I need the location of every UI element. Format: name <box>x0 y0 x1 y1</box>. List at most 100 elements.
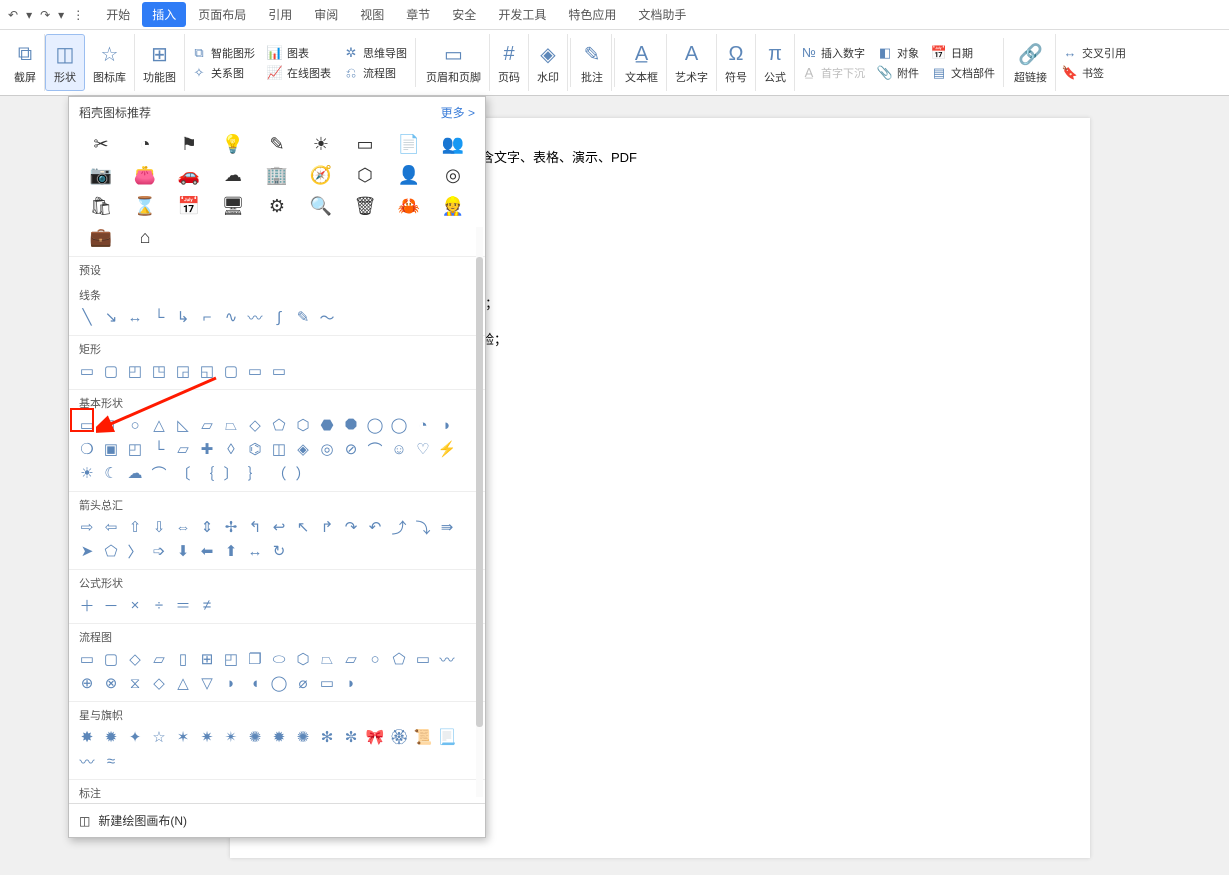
elbow-arrow-shape[interactable]: ↳ <box>173 307 193 327</box>
worker-icon[interactable]: 👷 <box>431 196 475 217</box>
note-icon[interactable]: ▭ <box>343 134 387 155</box>
downcallout-arrow-shape[interactable]: ⬇ <box>173 541 193 561</box>
hex-icon[interactable]: ⬡ <box>343 165 387 186</box>
new-canvas-button[interactable]: ◫ 新建绘图画布(N) <box>69 803 485 837</box>
freeform-shape[interactable]: ✎ <box>293 307 313 327</box>
pie-shape[interactable]: ◔ <box>413 415 433 435</box>
onlinechart-button[interactable]: 📈在线图表 <box>267 65 331 81</box>
cloud-shape[interactable]: ☁ <box>125 463 145 483</box>
data-shape[interactable]: ▱ <box>149 649 169 669</box>
uturn-arrow-shape[interactable]: ↩ <box>269 517 289 537</box>
star12-shape[interactable]: ✹ <box>269 727 289 747</box>
object-button[interactable]: ◧对象 <box>877 45 919 61</box>
wordart-button[interactable]: A艺术字 <box>667 34 717 91</box>
upcallout-arrow-shape[interactable]: ⬆ <box>221 541 241 561</box>
rbracket-shape[interactable]: ） <box>293 463 313 483</box>
cloud-icon[interactable]: ☁ <box>211 165 255 186</box>
notched-arrow-shape[interactable]: ➤ <box>77 541 97 561</box>
altprocess-shape[interactable]: ▢ <box>101 649 121 669</box>
curveddown-arrow-shape[interactable]: ⤵ <box>413 517 433 537</box>
equal-op-shape[interactable]: ＝ <box>173 595 193 615</box>
bracket2-shape[interactable]: 〕 <box>221 463 241 483</box>
plus-op-shape[interactable]: ＋ <box>77 595 97 615</box>
docparts-button[interactable]: ▤文档部件 <box>931 65 995 81</box>
undo-icon[interactable]: ↶ <box>6 6 20 24</box>
heptagon-shape[interactable]: ⬣ <box>317 415 337 435</box>
rtriangle-shape[interactable]: ◺ <box>173 415 193 435</box>
updown-arrow-shape[interactable]: ⇕ <box>197 517 217 537</box>
snip3-shape[interactable]: ◲ <box>173 361 193 381</box>
predef-shape[interactable]: ▯ <box>173 649 193 669</box>
heart-shape[interactable]: ♡ <box>413 439 433 459</box>
up-arrow-shape[interactable]: ⇧ <box>125 517 145 537</box>
explosion1-shape[interactable]: ✸ <box>77 727 97 747</box>
star7-shape[interactable]: ✷ <box>197 727 217 747</box>
comment-button[interactable]: ✎批注 <box>573 34 612 91</box>
explosion2-shape[interactable]: ✹ <box>101 727 121 747</box>
sum-shape[interactable]: ⊕ <box>77 673 97 693</box>
double-arrow-shape[interactable]: ↔ <box>125 307 145 327</box>
arrow-line-shape[interactable]: ↘ <box>101 307 121 327</box>
plus-shape[interactable]: ✚ <box>197 439 217 459</box>
textbox-button[interactable]: A̲文本框 <box>617 34 667 91</box>
blockArc-shape[interactable]: ⌒ <box>365 439 385 459</box>
compass-icon[interactable]: 🧭 <box>299 165 343 186</box>
quad-arrow-shape[interactable]: ✢ <box>221 517 241 537</box>
pentagon-shape[interactable]: ⬠ <box>269 415 289 435</box>
vscroll-shape[interactable]: 📜 <box>413 727 433 747</box>
flowchart-button[interactable]: ⎌流程图 <box>343 65 407 81</box>
flag-icon[interactable]: ⚑ <box>167 134 211 155</box>
plaque-shape[interactable]: ◊ <box>221 439 241 459</box>
screenshot-button[interactable]: ⧉截屏 <box>6 34 45 91</box>
moon-shape[interactable]: ☾ <box>101 463 121 483</box>
insertnum-button[interactable]: №插入数字 <box>801 45 865 61</box>
wave-shape[interactable]: 〰 <box>77 751 97 771</box>
star8-shape[interactable]: ✴ <box>221 727 241 747</box>
shapes-button[interactable]: ◫形状 <box>45 34 85 91</box>
offpage-shape[interactable]: ⬠ <box>389 649 409 669</box>
trapezoid-shape[interactable]: ⏢ <box>221 415 241 435</box>
multiply-op-shape[interactable]: × <box>125 595 145 615</box>
multidoc-shape[interactable]: ❐ <box>245 649 265 669</box>
manualop-shape[interactable]: ⏥ <box>341 649 361 669</box>
tab-chapters[interactable]: 章节 <box>396 2 440 27</box>
curve3-shape[interactable]: ∫ <box>269 307 289 327</box>
tab-review[interactable]: 审阅 <box>304 2 348 27</box>
curvedup-arrow-shape[interactable]: ⤴ <box>389 517 409 537</box>
card-shape[interactable]: ▭ <box>413 649 433 669</box>
scrollbar-thumb[interactable] <box>476 257 483 727</box>
symbol-button[interactable]: Ω符号 <box>717 34 756 91</box>
round2-shape[interactable]: ▢ <box>221 361 241 381</box>
xref-button[interactable]: ↔交叉引用 <box>1062 45 1126 61</box>
storeddata-shape[interactable]: ◗ <box>221 673 241 693</box>
camera-icon[interactable]: 📷 <box>79 165 123 186</box>
diagstripe-shape[interactable]: ▱ <box>173 439 193 459</box>
brace2-shape[interactable]: ｝ <box>245 463 265 483</box>
collate-shape[interactable]: ⧖ <box>125 673 145 693</box>
or-shape[interactable]: ⊗ <box>101 673 121 693</box>
rect-shape[interactable]: ▭ <box>77 361 97 381</box>
round1-shape[interactable]: ◱ <box>197 361 217 381</box>
ribbon2-shape[interactable]: 🏵 <box>389 727 409 747</box>
noSymbol-shape[interactable]: ⊘ <box>341 439 361 459</box>
process-shape[interactable]: ▭ <box>77 649 97 669</box>
elbow2-shape[interactable]: ⌐ <box>197 307 217 327</box>
qat-dd-icon[interactable]: ▾ <box>56 6 66 24</box>
bookmark-button[interactable]: 🔖书签 <box>1062 65 1126 81</box>
tab-dochelper[interactable]: 文档助手 <box>628 2 696 27</box>
terminator-shape[interactable]: ⬭ <box>269 649 289 669</box>
pen-icon[interactable]: ✎ <box>255 134 299 155</box>
striped-arrow-shape[interactable]: ⇛ <box>437 517 457 537</box>
undo-dd-icon[interactable]: ▾ <box>24 6 34 24</box>
extract-shape[interactable]: △ <box>173 673 193 693</box>
iconlib-button[interactable]: ☆图标库 <box>85 34 135 91</box>
minus-op-shape[interactable]: － <box>101 595 121 615</box>
prep-shape[interactable]: ⬡ <box>293 649 313 669</box>
bentup-arrow-shape[interactable]: ↱ <box>317 517 337 537</box>
connector-shape[interactable]: ○ <box>365 649 385 669</box>
date-button[interactable]: 📅日期 <box>931 45 995 61</box>
frame-shape[interactable]: ▣ <box>101 439 121 459</box>
triangle-shape[interactable]: △ <box>149 415 169 435</box>
star10-shape[interactable]: ✺ <box>245 727 265 747</box>
sun-shape[interactable]: ☀ <box>77 463 97 483</box>
